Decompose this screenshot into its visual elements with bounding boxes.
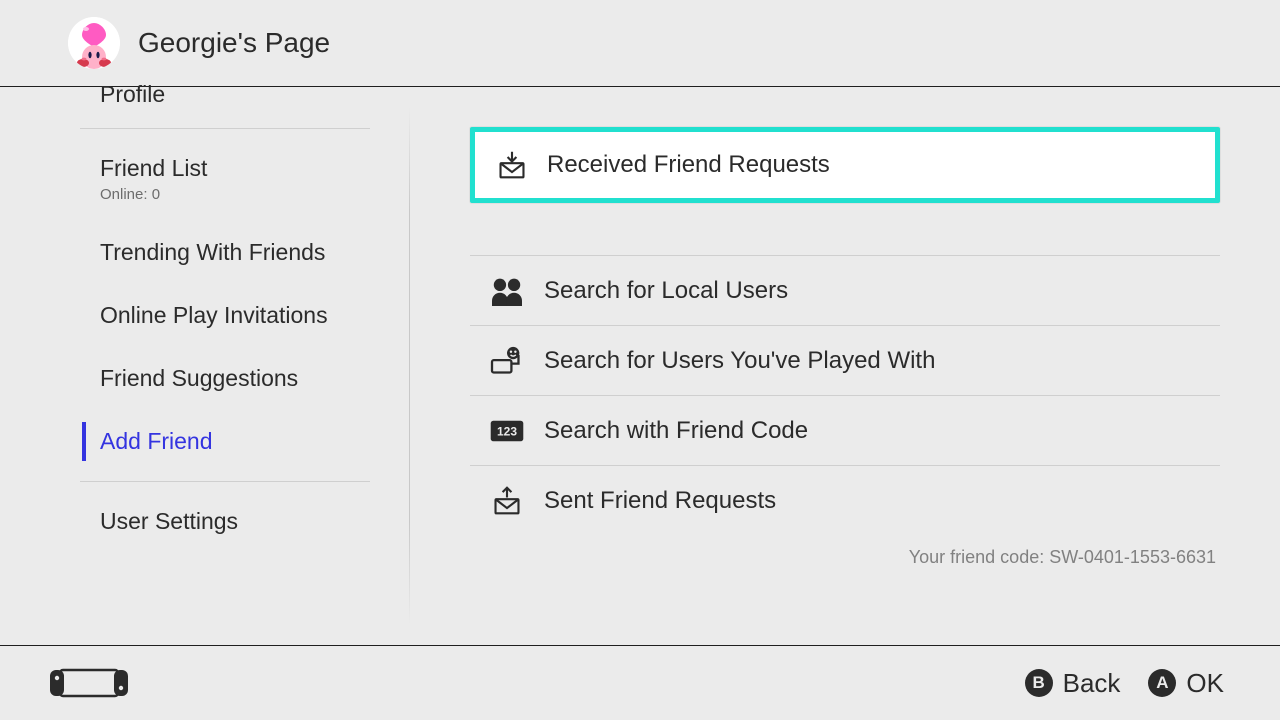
- row-label: Search for Local Users: [544, 277, 788, 305]
- inbox-download-icon: [495, 148, 529, 182]
- outbox-upload-icon: [486, 484, 528, 518]
- row-search-friend-code[interactable]: 123 Search with Friend Code: [470, 395, 1220, 465]
- avatar[interactable]: [68, 17, 120, 69]
- row-search-local-users[interactable]: Search for Local Users: [470, 255, 1220, 325]
- sidebar-item-profile[interactable]: Profile: [0, 81, 410, 120]
- ok-button[interactable]: A OK: [1148, 668, 1224, 699]
- row-label: Sent Friend Requests: [544, 487, 776, 515]
- page-title: Georgie's Page: [138, 27, 330, 59]
- sidebar-item-trending[interactable]: Trending With Friends: [0, 221, 410, 284]
- sidebar-item-label: Friend List: [100, 155, 207, 181]
- sidebar-item-friend-suggestions[interactable]: Friend Suggestions: [0, 347, 410, 410]
- a-button-icon: A: [1148, 669, 1176, 697]
- controller-icon[interactable]: [50, 668, 128, 698]
- sidebar-item-label: Profile: [100, 81, 165, 107]
- header: Georgie's Page: [0, 0, 1280, 87]
- divider: [80, 481, 370, 482]
- divider: [80, 128, 370, 129]
- back-button[interactable]: B Back: [1025, 668, 1121, 699]
- sidebar-item-friend-list[interactable]: Friend List Online: 0: [0, 137, 410, 221]
- played-with-icon: [486, 344, 528, 378]
- friend-code-icon: 123: [486, 414, 528, 448]
- footer: B Back A OK: [0, 645, 1280, 720]
- button-label: OK: [1186, 668, 1224, 699]
- sidebar-item-sublabel: Online: 0: [100, 186, 410, 203]
- sidebar: Profile Friend List Online: 0 Trending W…: [0, 87, 410, 645]
- sidebar-item-online-play-invitations[interactable]: Online Play Invitations: [0, 284, 410, 347]
- sidebar-item-label: Add Friend: [100, 428, 213, 454]
- sidebar-item-label: User Settings: [100, 508, 238, 534]
- row-sent-friend-requests[interactable]: Sent Friend Requests: [470, 465, 1220, 535]
- card-label: Received Friend Requests: [547, 151, 830, 179]
- main-panel: Received Friend Requests Search for Loca…: [410, 87, 1280, 645]
- sidebar-item-label: Friend Suggestions: [100, 365, 298, 391]
- svg-text:123: 123: [497, 424, 517, 438]
- row-search-played-with[interactable]: Search for Users You've Played With: [470, 325, 1220, 395]
- sidebar-item-label: Trending With Friends: [100, 239, 325, 265]
- b-button-icon: B: [1025, 669, 1053, 697]
- received-friend-requests-button[interactable]: Received Friend Requests: [470, 127, 1220, 203]
- sidebar-item-label: Online Play Invitations: [100, 302, 328, 328]
- row-label: Search with Friend Code: [544, 417, 808, 445]
- sidebar-item-user-settings[interactable]: User Settings: [0, 490, 410, 553]
- friend-code-text: Your friend code: SW-0401-1553-6631: [470, 547, 1220, 568]
- two-people-icon: [486, 274, 528, 308]
- row-label: Search for Users You've Played With: [544, 347, 935, 375]
- button-label: Back: [1063, 668, 1121, 699]
- sidebar-item-add-friend[interactable]: Add Friend: [0, 410, 410, 473]
